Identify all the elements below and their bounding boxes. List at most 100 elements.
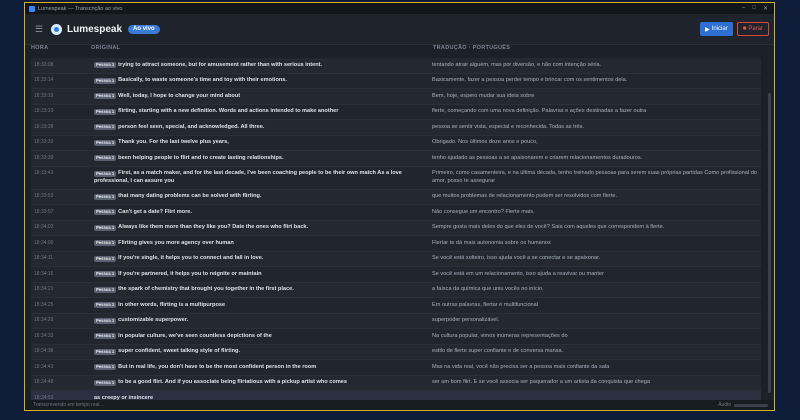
row-original: Pessoa 1 flirting, starting with a new de…: [94, 105, 428, 120]
live-badge: Ao vivo: [128, 24, 160, 34]
row-time: 18:33:19: [34, 92, 54, 99]
row-translation: flerte, começando com uma nova definição…: [432, 108, 647, 114]
speaker-badge: Pessoa 1: [94, 170, 117, 177]
transcript-row[interactable]: 18:33:23 Pessoa 1 flirting, starting with …: [31, 104, 761, 120]
row-time: 18:33:28: [34, 123, 54, 130]
transcript-row[interactable]: 18:34:16 Pessoa 1 If you're partnered, it …: [31, 267, 761, 283]
minimize-icon[interactable]: –: [742, 5, 745, 12]
original-text: If you're single, it helps you to connec…: [118, 255, 264, 261]
row-translation: estilo de flerte super confiante e de co…: [432, 348, 564, 354]
original-text: the spark of chemistry that brought you …: [118, 286, 294, 292]
row-translation: ser um bom flirt. E se você associa ser …: [432, 379, 650, 385]
stop-button[interactable]: ■ Parar: [736, 22, 769, 36]
transcript-row[interactable]: 18:33:28 Pessoa 1 person feel seen, specia…: [31, 120, 761, 136]
transcript-list[interactable]: 18:33:08 Pessoa 1 trying to attract someon…: [31, 58, 761, 407]
col-time: HORA: [31, 45, 49, 51]
row-translation: a faísca da química que uniu vocês no in…: [432, 286, 544, 292]
original-text: that many dating problems can be solved …: [118, 193, 262, 199]
stop-button-label: Parar: [748, 26, 763, 32]
row-original: Pessoa 1 Basically, to waste someone's ti…: [94, 74, 428, 89]
transcript-row[interactable]: 18:34:43 Pessoa 1 But in real life, you do…: [31, 360, 761, 376]
original-text: Can't get a date? Flirt more.: [118, 208, 192, 215]
transcript-row[interactable]: 18:33:08 Pessoa 1 trying to attract someon…: [31, 58, 761, 74]
row-translation: Obrigado. Nos últimos doze anos e pouco,: [432, 139, 538, 145]
audio-level-meter: [734, 403, 768, 407]
row-time: 18:34:38: [34, 348, 54, 354]
speaker-badge: Pessoa 1: [94, 302, 117, 308]
row-translation: Primeiro, como casamenteira, e na última…: [432, 170, 757, 184]
speaker-badge: Pessoa 1: [94, 317, 117, 324]
row-original: Pessoa 1 Flirting gives you more agency o…: [94, 236, 428, 251]
row-original: Pessoa 1 Well, today, I hope to change yo…: [94, 89, 428, 104]
transcript-row[interactable]: 18:34:06 Pessoa 1 Flirting gives you more …: [31, 236, 761, 252]
original-text: Basically, to waste someone's time and t…: [118, 77, 287, 83]
row-original: Pessoa 1 been helping people to flirt and…: [94, 151, 428, 166]
transcript-row[interactable]: 18:34:21 Pessoa 1 the spark of chemistry t…: [31, 282, 761, 298]
transcript-row[interactable]: 18:33:19 Pessoa 1 Well, today, I hope to c…: [31, 89, 761, 105]
transcript-row[interactable]: 18:33:14 Pessoa 1 Basically, to waste some…: [31, 73, 761, 89]
status-bar: Transcrevendo em tempo real… Áudio: [25, 400, 774, 410]
row-translation: Bem, hoje, espero mudar sua ideia sobre: [432, 92, 535, 99]
speaker-badge: Pessoa 1: [94, 224, 117, 231]
row-translation: Se você está em um relacionamento, isso …: [432, 270, 604, 277]
row-translation: superpoder personalizável.: [432, 317, 500, 323]
row-original: Pessoa 1 Can't get a date? Flirt more.: [94, 205, 428, 220]
row-time: 18:33:43: [34, 170, 54, 176]
speaker-badge: Pessoa 1: [94, 155, 117, 161]
transcript-row[interactable]: 18:34:25 Pessoa 1 In other words, flirting…: [31, 298, 761, 314]
transcript-row[interactable]: 18:34:48 Pessoa 1 to be a good flirt. And …: [31, 375, 761, 391]
speaker-badge: Pessoa 1: [94, 124, 117, 130]
row-time: 18:34:02: [34, 224, 54, 230]
transcript-row[interactable]: 18:33:33 Pessoa 1 Thank you. For the last …: [31, 135, 761, 151]
start-button[interactable]: ▶ Iniciar: [700, 22, 733, 36]
row-translation: tenho ajudado as pessoas a se apaixonare…: [432, 154, 643, 161]
row-translation: tentando atrair alguém, mas por diversão…: [432, 61, 602, 68]
row-original: Pessoa 1 In other words, flirting is a mu…: [94, 298, 428, 313]
transcript-row[interactable]: 18:33:53 Pessoa 1 that many dating problem…: [31, 189, 761, 205]
start-button-label: Iniciar: [711, 26, 728, 32]
transcript-row[interactable]: 18:34:29 Pessoa 1 customizable superpower.…: [31, 313, 761, 329]
speaker-badge: Pessoa 1: [94, 333, 117, 339]
transcript-row[interactable]: 18:33:57 Pessoa 1 Can't get a date? Flirt …: [31, 205, 761, 221]
original-text: to be a good flirt. And if you associate…: [118, 379, 348, 385]
original-text: trying to attract someone, but for amuse…: [118, 61, 323, 68]
transcript-row[interactable]: 18:33:43 Pessoa 1 First, as a match maker,…: [31, 166, 761, 190]
scrollbar[interactable]: [768, 93, 771, 393]
row-translation: Sempre gosta mais deles do que eles de v…: [432, 224, 665, 230]
speaker-badge: Pessoa 1: [94, 62, 117, 68]
row-time: 18:34:33: [34, 332, 54, 339]
row-time: 18:33:39: [34, 154, 54, 161]
transcript-row[interactable]: 18:34:33 Pessoa 1 In popular culture, we'v…: [31, 329, 761, 345]
row-original: Pessoa 1 super confident, sweet talking s…: [94, 345, 428, 360]
logo-icon: [51, 23, 62, 35]
row-time: 18:33:23: [34, 108, 54, 114]
row-time: 18:34:25: [34, 301, 54, 308]
transcript-row[interactable]: 18:34:11 Pessoa 1 If you're single, it hel…: [31, 251, 761, 267]
original-text: been helping people to flirt and to crea…: [118, 154, 284, 161]
speaker-badge: Pessoa 1: [94, 348, 117, 355]
app-window: Lumespeak — Transcrição ao vivo – □ ✕ ☰ …: [24, 2, 775, 411]
col-translation: TRADUÇÃO · PORTUGUÊS: [433, 45, 511, 51]
transcript-row[interactable]: 18:34:02 Pessoa 1 Always like them more th…: [31, 220, 761, 236]
transcript-row[interactable]: 18:34:38 Pessoa 1 super confident, sweet t…: [31, 344, 761, 360]
original-text: Thank you. For the last twelve plus year…: [118, 139, 229, 145]
original-text: In other words, flirting is a multipurpo…: [118, 301, 226, 308]
row-original: Pessoa 1 person feel seen, special, and a…: [94, 120, 428, 135]
speaker-badge: Pessoa 1: [94, 139, 117, 146]
maximize-icon[interactable]: □: [752, 5, 756, 12]
close-icon[interactable]: ✕: [763, 5, 768, 12]
row-translation: pessoa se sentir vista, especial e recon…: [432, 123, 584, 130]
col-original: ORIGINAL: [91, 45, 121, 51]
menu-icon[interactable]: ☰: [35, 24, 43, 35]
transcript-row[interactable]: 18:33:39 Pessoa 1 been helping people to f…: [31, 151, 761, 167]
original-text: In popular culture, we've seen countless…: [118, 332, 272, 339]
speaker-badge: Pessoa 1: [94, 93, 117, 99]
row-translation: Em outras palavras, flertar é multifunci…: [432, 301, 539, 308]
row-time: 18:34:21: [34, 286, 54, 292]
row-time: 18:33:14: [34, 77, 54, 83]
row-translation: Mas na vida real, você não precisa ser a…: [432, 363, 610, 370]
original-text: Well, today, I hope to change your mind …: [118, 92, 241, 99]
play-icon: ▶: [705, 26, 710, 33]
speaker-badge: Pessoa 1: [94, 364, 117, 370]
row-time: 18:33:53: [34, 193, 54, 199]
